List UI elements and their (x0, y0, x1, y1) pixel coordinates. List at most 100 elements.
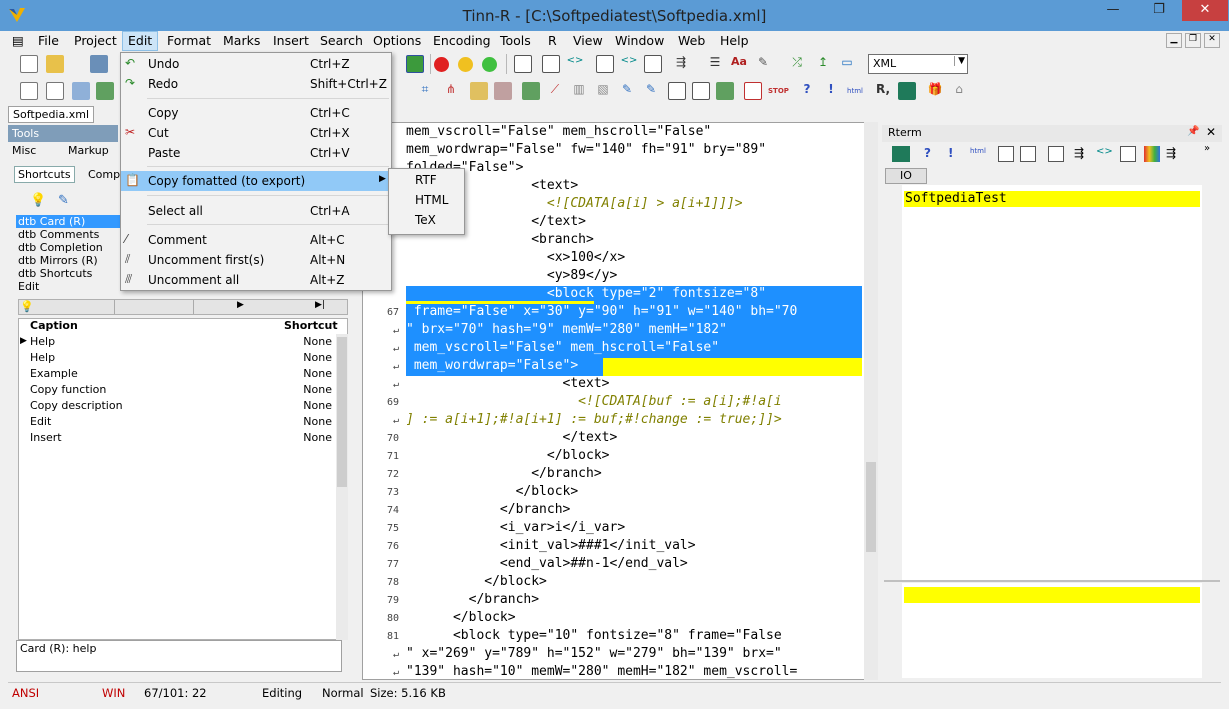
rterm-input[interactable] (902, 583, 1202, 678)
menu-select-all[interactable]: Select all Ctrl+A (121, 201, 391, 221)
close-doc-icon[interactable] (744, 82, 762, 100)
download-icon[interactable] (90, 55, 108, 73)
table-row[interactable]: Example None (30, 367, 338, 383)
menu-copy[interactable]: Copy Ctrl+C (121, 103, 391, 123)
html-icon[interactable]: html (846, 82, 864, 100)
gift-icon[interactable]: 🎁 (926, 82, 944, 100)
info-icon[interactable]: ! (948, 146, 953, 160)
code-line[interactable]: mem_wordwrap="False" fw="140" fh="91" br… (406, 142, 766, 157)
grid-scrollbar[interactable] (336, 334, 348, 640)
code-line[interactable]: </branch> (406, 592, 539, 607)
code-line[interactable]: " brx="70" hash="9" memW="280" memH="182… (406, 322, 727, 337)
bulb-icon[interactable]: 💡 (20, 300, 34, 313)
open-folder-icon[interactable] (46, 55, 64, 73)
code-line[interactable]: <![CDATA[buf := a[i];#!a[i (406, 394, 782, 409)
code-line[interactable]: </branch> (406, 466, 601, 481)
chevron-more-icon[interactable]: » (1204, 143, 1210, 154)
column-icon-2[interactable] (596, 55, 614, 73)
terminal-icon[interactable] (892, 146, 910, 162)
table-row[interactable]: Help None (30, 351, 338, 367)
code-line[interactable]: <block type="2" fontsize="8" (406, 286, 767, 301)
editor-scrollbar[interactable] (864, 122, 878, 680)
code-line[interactable]: <text> (406, 376, 610, 391)
list-icon[interactable]: ☰ (706, 55, 724, 73)
code-line[interactable]: ] := a[i+1];#!a[i+1] := buf;#!change := … (406, 412, 782, 427)
code-line[interactable]: </block> (406, 448, 610, 463)
table-row[interactable]: Help None (30, 335, 338, 351)
menu-search[interactable]: Search (320, 33, 363, 48)
html-icon[interactable]: html (970, 147, 986, 155)
table-row[interactable]: Insert None (30, 431, 338, 447)
code-line[interactable]: <i_var>i</i_var> (406, 520, 625, 535)
menu-marks[interactable]: Marks (223, 33, 260, 48)
window-icon[interactable] (668, 82, 686, 100)
code-line[interactable]: frame="False" x="30" y="90" h="91" w="14… (406, 304, 798, 319)
maximize-button[interactable]: ❐ (1136, 0, 1182, 21)
font-case-icon[interactable]: Aa (730, 55, 748, 73)
tab-io[interactable]: IO (885, 168, 927, 184)
code-line[interactable]: mem_vscroll="False" mem_hscroll="False" (406, 340, 720, 355)
list-item[interactable]: dtb Comments (18, 228, 99, 241)
menu-view[interactable]: View (573, 33, 603, 48)
info-icon[interactable]: ! (822, 82, 840, 100)
pen-icon-2[interactable]: ✎ (642, 82, 660, 100)
table-row[interactable]: Copy function None (30, 383, 338, 399)
refresh-icon[interactable] (406, 55, 424, 73)
new-file-icon[interactable] (20, 55, 38, 73)
close-panel-icon[interactable]: ✕ (1206, 125, 1216, 139)
mdi-restore-button[interactable]: ❐ (1185, 33, 1201, 48)
window-icon-2[interactable] (692, 82, 710, 100)
menu-file[interactable]: File (38, 33, 59, 48)
mdi-close-button[interactable]: ✕ (1204, 33, 1220, 48)
code-line[interactable]: </block> (406, 610, 516, 625)
color-icon[interactable] (1144, 146, 1160, 162)
menu-web[interactable]: Web (678, 33, 705, 48)
arrow-up-icon[interactable]: ↥ (814, 55, 832, 73)
code-line[interactable]: " x="269" y="789" h="152" w="279" bh="13… (406, 646, 782, 661)
wrap-icon[interactable]: ⇶ (672, 55, 690, 73)
submenu-rtf[interactable]: RTF (415, 173, 437, 187)
code-line[interactable]: <y>89</y> (406, 268, 617, 283)
pin-icon[interactable]: 📌 (1187, 126, 1199, 137)
play-icon[interactable]: ▶ (237, 300, 244, 310)
doc-icon[interactable]: ▤ (12, 33, 24, 48)
input-line[interactable] (904, 587, 1200, 603)
code-line[interactable]: "139" hash="10" memW="280" memH="182" me… (406, 664, 797, 679)
code-line[interactable]: </block> (406, 484, 579, 499)
menu-uncomment-first[interactable]: ⫽ Uncomment first(s) Alt+N (121, 250, 391, 270)
list-item[interactable]: Edit (18, 280, 39, 293)
submenu-tex[interactable]: TeX (415, 213, 436, 227)
edit-icon[interactable] (644, 55, 662, 73)
grid-icon[interactable] (522, 82, 540, 100)
windows-icon[interactable]: ▧ (594, 82, 612, 100)
yellow-light-icon[interactable] (458, 57, 473, 72)
menu-cut[interactable]: ✂ Cut Ctrl+X (121, 123, 391, 143)
menu-format[interactable]: Format (167, 33, 211, 48)
code-line[interactable]: mem_wordwrap="False"> (406, 358, 579, 373)
submenu-html[interactable]: HTML (415, 193, 448, 207)
graph-icon[interactable]: ⌗ (416, 82, 434, 100)
minimize-button[interactable]: — (1090, 0, 1136, 21)
menu-undo[interactable]: ↶ Undo Ctrl+Z (121, 54, 391, 74)
code-line[interactable]: </branch> (406, 502, 570, 517)
code-line[interactable]: mem_vscroll="False" mem_hscroll="False" (406, 124, 711, 139)
table-row[interactable]: Edit None (30, 415, 338, 431)
help-icon[interactable]: ? (798, 82, 816, 100)
rterm-output[interactable]: SoftpediaTest (902, 185, 1202, 580)
folder-icon[interactable] (470, 82, 488, 100)
lines-icon[interactable] (72, 82, 90, 100)
chart-icon[interactable]: ⟋ (546, 82, 564, 100)
help-icon[interactable]: ? (924, 146, 931, 160)
column-icon[interactable] (542, 55, 560, 73)
terminal-icon[interactable] (898, 82, 916, 100)
code-tag-icon-2[interactable]: <> (620, 55, 638, 73)
list-item[interactable]: dtb Completion (18, 241, 103, 254)
menu-insert[interactable]: Insert (273, 33, 309, 48)
code-line[interactable]: <init_val>###1</init_val> (406, 538, 696, 553)
bars-icon[interactable]: ▥ (570, 82, 588, 100)
close-button[interactable]: ✕ (1182, 0, 1228, 21)
spell-icon[interactable]: ✎ (754, 55, 772, 73)
pen-icon[interactable]: ✎ (618, 82, 636, 100)
menu-tools[interactable]: Tools (500, 33, 531, 48)
menu-encoding[interactable]: Encoding (433, 33, 491, 48)
